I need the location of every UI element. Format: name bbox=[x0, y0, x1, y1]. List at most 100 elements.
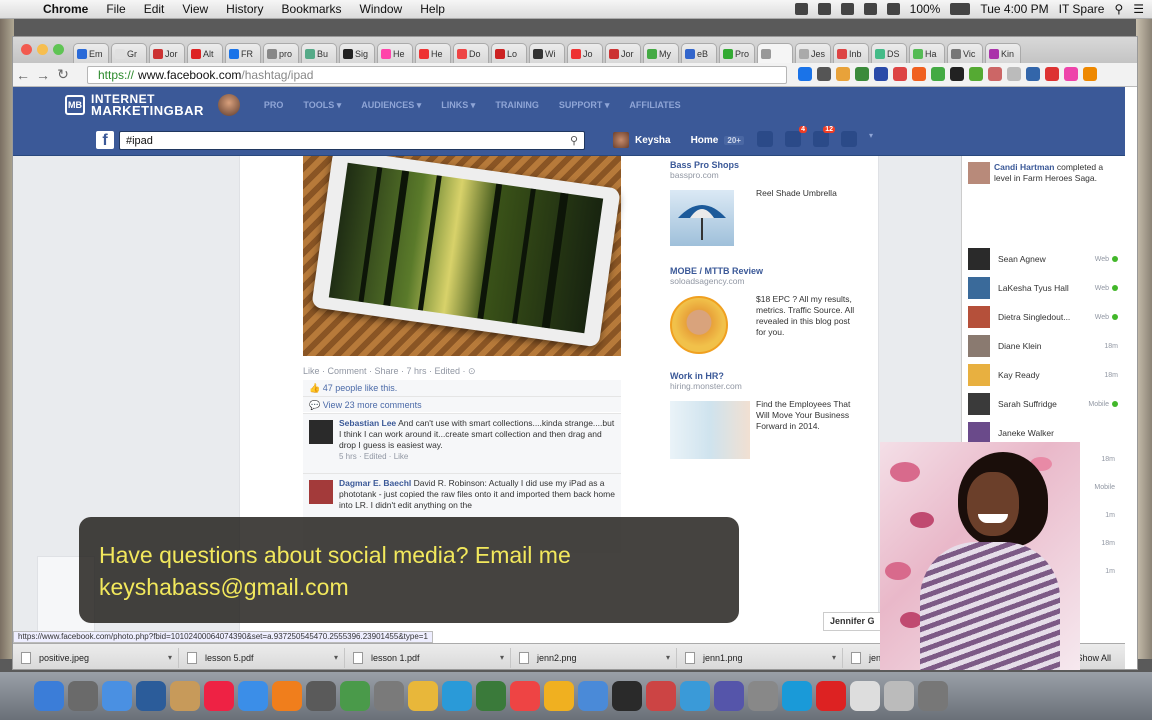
imb-nav-affiliates[interactable]: AFFILIATES bbox=[619, 100, 690, 111]
back-icon[interactable]: ← bbox=[13, 67, 33, 83]
facebook-logo-icon[interactable]: f bbox=[96, 131, 114, 149]
dock-app-icon[interactable] bbox=[612, 681, 642, 711]
ticker-item[interactable]: Candi Hartman completed a level in Farm … bbox=[968, 162, 1122, 184]
browser-tab[interactable]: FR bbox=[225, 43, 261, 63]
user-name[interactable]: IT Spare bbox=[1059, 2, 1105, 16]
browser-tab[interactable]: Sig bbox=[339, 43, 375, 63]
ad-title[interactable]: MOBE / MTTB Review bbox=[670, 266, 866, 276]
notification-center-icon[interactable]: ☰ bbox=[1133, 2, 1144, 16]
extension-icon[interactable] bbox=[836, 67, 850, 81]
download-item[interactable]: jenn2.png ▾ bbox=[511, 647, 677, 668]
dock-app-icon[interactable] bbox=[748, 681, 778, 711]
extension-icon[interactable] bbox=[798, 67, 812, 81]
browser-tab[interactable]: Jo bbox=[567, 43, 603, 63]
commenter-name[interactable]: Dagmar E. Baechl bbox=[339, 478, 411, 488]
minimize-window-icon[interactable] bbox=[37, 44, 48, 55]
download-item[interactable]: positive.jpeg ▾ bbox=[13, 647, 179, 668]
notifications-icon[interactable]: 12 bbox=[813, 126, 835, 147]
download-menu-icon[interactable]: ▾ bbox=[500, 653, 504, 662]
dock-app-icon[interactable] bbox=[782, 681, 812, 711]
extension-icon[interactable] bbox=[817, 67, 831, 81]
extension-icon[interactable] bbox=[1083, 67, 1097, 81]
browser-tab[interactable]: Vic bbox=[947, 43, 983, 63]
dock-app-icon[interactable] bbox=[476, 681, 506, 711]
browser-tab[interactable]: Pro bbox=[719, 43, 755, 63]
extension-icon[interactable] bbox=[950, 67, 964, 81]
battery-icon[interactable] bbox=[950, 3, 971, 15]
extension-icon[interactable] bbox=[1064, 67, 1078, 81]
search-icon[interactable]: ⚲ bbox=[570, 134, 578, 147]
browser-tab[interactable]: Alt bbox=[187, 43, 223, 63]
chat-contact[interactable]: Dietra Singledout... Web bbox=[968, 306, 1118, 328]
wifi-icon[interactable] bbox=[863, 3, 877, 15]
browser-tab[interactable]: Jor bbox=[605, 43, 641, 63]
download-menu-icon[interactable]: ▾ bbox=[832, 653, 836, 662]
extension-icon[interactable] bbox=[1007, 67, 1021, 81]
dock-app-icon[interactable] bbox=[374, 681, 404, 711]
ad-url[interactable]: hiring.monster.com bbox=[670, 381, 866, 391]
imb-nav-audiences[interactable]: AUDIENCES ▾ bbox=[351, 100, 431, 111]
ad-title[interactable]: Work in HR? bbox=[670, 371, 866, 381]
imb-logo[interactable]: MB INTERNET MARKETINGBAR bbox=[65, 93, 204, 117]
imb-nav-pro[interactable]: PRO bbox=[254, 100, 294, 111]
browser-tab[interactable]: Lo bbox=[491, 43, 527, 63]
menu-file[interactable]: File bbox=[97, 2, 134, 16]
ad-title[interactable]: Bass Pro Shops bbox=[670, 160, 866, 170]
ad-monster[interactable]: Work in HR? hiring.monster.com Find the … bbox=[670, 371, 866, 471]
extension-icon[interactable] bbox=[893, 67, 907, 81]
ad-url[interactable]: basspro.com bbox=[670, 170, 866, 180]
imb-nav-tools[interactable]: TOOLS ▾ bbox=[293, 100, 351, 111]
dock-app-icon[interactable] bbox=[646, 681, 676, 711]
browser-tab[interactable] bbox=[757, 43, 793, 63]
dock-app-icon[interactable] bbox=[578, 681, 608, 711]
menu-view[interactable]: View bbox=[173, 2, 217, 16]
friend-requests-icon[interactable] bbox=[757, 131, 773, 147]
dock-app-icon[interactable] bbox=[34, 681, 64, 711]
ad-image[interactable] bbox=[670, 401, 750, 459]
extension-icon[interactable] bbox=[855, 67, 869, 81]
post-photo[interactable] bbox=[303, 156, 621, 356]
browser-tab[interactable]: Bu bbox=[301, 43, 337, 63]
chat-contact[interactable]: Sarah Suffridge Mobile bbox=[968, 393, 1118, 415]
address-bar[interactable]: https://www.facebook.com/hashtag/ipad bbox=[87, 66, 787, 84]
download-item[interactable]: jenn1.png ▾ bbox=[677, 647, 843, 668]
maximize-window-icon[interactable] bbox=[53, 44, 64, 55]
menu-history[interactable]: History bbox=[217, 2, 272, 16]
browser-tab[interactable]: Inb bbox=[833, 43, 869, 63]
download-item[interactable]: lesson 1.pdf ▾ bbox=[345, 647, 511, 668]
dock-app-icon[interactable] bbox=[272, 681, 302, 711]
extension-icon[interactable] bbox=[1026, 67, 1040, 81]
close-window-icon[interactable] bbox=[21, 44, 32, 55]
browser-tab[interactable]: Kin bbox=[985, 43, 1021, 63]
download-item[interactable]: lesson 5.pdf ▾ bbox=[179, 647, 345, 668]
browser-tab[interactable]: Do bbox=[453, 43, 489, 63]
user-name-link[interactable]: Keysha bbox=[635, 135, 671, 146]
menu-bookmarks[interactable]: Bookmarks bbox=[273, 2, 351, 16]
dock-app-icon[interactable] bbox=[442, 681, 472, 711]
dock-app-icon[interactable] bbox=[340, 681, 370, 711]
home-link[interactable]: Home bbox=[691, 135, 719, 146]
browser-tab[interactable]: pro bbox=[263, 43, 299, 63]
reload-icon[interactable]: ↻ bbox=[53, 66, 73, 83]
ad-image[interactable] bbox=[670, 190, 734, 246]
user-avatar[interactable] bbox=[613, 132, 629, 148]
dock-app-icon[interactable] bbox=[408, 681, 438, 711]
dock-app-icon[interactable] bbox=[884, 681, 914, 711]
download-menu-icon[interactable]: ▾ bbox=[334, 653, 338, 662]
status-icon[interactable] bbox=[817, 3, 831, 15]
dock-app-icon[interactable] bbox=[68, 681, 98, 711]
forward-icon[interactable]: → bbox=[33, 67, 53, 83]
ticker-name[interactable]: Candi Hartman bbox=[994, 162, 1054, 172]
browser-tab[interactable]: DS bbox=[871, 43, 907, 63]
dock-app-icon[interactable] bbox=[714, 681, 744, 711]
status-icon[interactable] bbox=[794, 3, 808, 15]
download-menu-icon[interactable]: ▾ bbox=[666, 653, 670, 662]
browser-tab[interactable]: eB bbox=[681, 43, 717, 63]
chat-contact[interactable]: Sean Agnew Web bbox=[968, 248, 1118, 270]
extension-icon[interactable] bbox=[1045, 67, 1059, 81]
browser-tab[interactable]: Ha bbox=[909, 43, 945, 63]
dock-app-icon[interactable] bbox=[510, 681, 540, 711]
ad-mobe[interactable]: MOBE / MTTB Review soloadsagency.com $18… bbox=[670, 266, 866, 366]
menu-app-name[interactable]: Chrome bbox=[34, 2, 97, 16]
extension-icon[interactable] bbox=[912, 67, 926, 81]
